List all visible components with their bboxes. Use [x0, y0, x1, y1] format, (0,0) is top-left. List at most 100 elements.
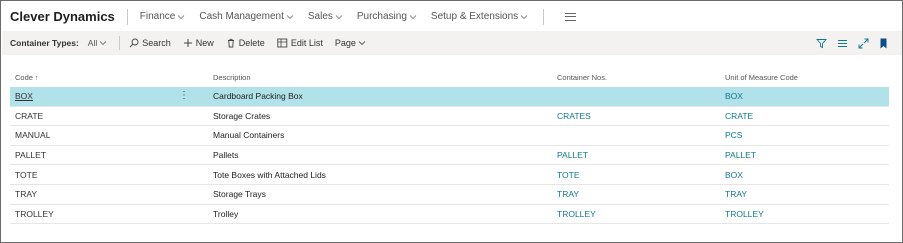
column-header-description[interactable]: Description [211, 73, 556, 82]
code-link[interactable]: TRAY [15, 189, 37, 199]
hamburger-menu-icon[interactable] [565, 12, 577, 22]
container-nos-cell[interactable]: TOTE [556, 170, 724, 180]
list-view-button[interactable] [837, 38, 848, 49]
nav-item-label: Cash Management [199, 11, 284, 22]
code-cell: TROLLEY [10, 209, 211, 219]
chevron-down-icon [520, 14, 528, 19]
nav-item-label: Sales [307, 11, 333, 22]
uom-cell[interactable]: BOX [724, 91, 889, 101]
code-link[interactable]: CRATE [15, 111, 43, 121]
chevron-down-icon [99, 41, 107, 46]
trash-icon [227, 38, 234, 48]
table-row[interactable]: CRATE Storage Crates CRATES CRATE [10, 107, 889, 127]
description-cell: Trolley [213, 208, 239, 219]
filter-icon [816, 38, 827, 48]
column-header-label: Code [15, 72, 33, 82]
new-label: New [195, 38, 214, 48]
window-frame: Clever Dynamics Finance Cash Management … [0, 0, 903, 243]
code-link[interactable]: TOTE [15, 170, 38, 180]
bookmark-icon [880, 38, 887, 48]
table-header: Code ↑ Description Container Nos. Unit o… [10, 67, 889, 87]
chevron-down-icon [286, 14, 294, 19]
search-button[interactable]: Search [129, 38, 171, 48]
column-header-container-nos[interactable]: Container Nos. [556, 73, 724, 82]
code-link[interactable]: PALLET [15, 150, 46, 160]
view-filter-value: All [87, 38, 98, 48]
uom-cell[interactable]: PCS [724, 130, 889, 140]
sort-ascending-icon: ↑ [35, 74, 39, 82]
expand-button[interactable] [858, 38, 869, 49]
chevron-down-icon [335, 14, 343, 19]
table-row[interactable]: BOX ⋮ Cardboard Packing Box BOX [10, 87, 889, 107]
container-nos-cell[interactable]: TRAY [556, 189, 724, 199]
nav-item-label: Setup & Extensions [430, 11, 519, 22]
container-nos-cell[interactable]: TROLLEY [556, 209, 724, 219]
expand-icon [858, 38, 869, 48]
uom-cell[interactable]: CRATE [724, 111, 889, 121]
page-menu-label: Page [334, 38, 356, 48]
code-cell: TRAY [10, 189, 211, 199]
column-header-label: Container Nos. [557, 72, 608, 82]
nav-divider [126, 8, 128, 25]
nav-item-sales[interactable]: Sales [308, 11, 343, 22]
action-bar-right [806, 38, 888, 49]
uom-cell[interactable]: PALLET [724, 150, 889, 160]
nav-divider [543, 8, 545, 25]
bookmark-button[interactable] [879, 38, 888, 49]
container-nos-cell[interactable]: CRATES [556, 111, 724, 121]
table-row[interactable]: MANUAL Manual Containers PCS [10, 126, 889, 146]
nav-item-purchasing[interactable]: Purchasing [357, 11, 417, 22]
edit-list-label: Edit List [290, 38, 323, 48]
code-link[interactable]: MANUAL [15, 130, 50, 140]
description-cell: Manual Containers [213, 130, 285, 141]
nav-item-cash-management[interactable]: Cash Management [199, 11, 294, 22]
delete-button[interactable]: Delete [226, 38, 265, 48]
code-cell: PALLET [10, 150, 211, 160]
edit-list-button[interactable]: Edit List [277, 38, 323, 48]
table-row[interactable]: TRAY Storage Trays TRAY TRAY [10, 185, 889, 205]
filter-pane-button[interactable] [816, 38, 827, 49]
description-cell: Storage Crates [213, 110, 271, 121]
code-link[interactable]: TROLLEY [15, 209, 54, 219]
new-button[interactable]: New [183, 38, 214, 48]
page-menu-button[interactable]: Page [335, 38, 369, 48]
uom-cell[interactable]: BOX [724, 170, 889, 180]
column-header-label: Unit of Measure Code [725, 72, 798, 82]
chevron-down-icon [178, 14, 185, 19]
list-title: Container Types: [10, 38, 79, 48]
search-icon [129, 38, 139, 48]
company-name[interactable]: Clever Dynamics [10, 9, 115, 24]
description-cell: Tote Boxes with Attached Lids [213, 169, 326, 180]
top-navigation: Clever Dynamics Finance Cash Management … [2, 2, 902, 31]
column-header-unit-of-measure[interactable]: Unit of Measure Code [724, 73, 889, 82]
table-row[interactable]: TROLLEY Trolley TROLLEY TROLLEY [10, 205, 889, 225]
nav-item-setup-extensions[interactable]: Setup & Extensions [431, 11, 528, 22]
nav-item-finance[interactable]: Finance [140, 11, 186, 22]
table-row[interactable]: PALLET Pallets PALLET PALLET [10, 146, 889, 166]
description-cell: Cardboard Packing Box [213, 91, 303, 102]
column-header-code[interactable]: Code ↑ [10, 73, 211, 82]
search-label: Search [142, 38, 171, 48]
edit-list-icon [277, 38, 288, 48]
row-actions-icon[interactable]: ⋮ [179, 90, 189, 101]
action-bar: Container Types: All Search New Delete E… [2, 31, 902, 55]
table-row[interactable]: TOTE Tote Boxes with Attached Lids TOTE … [10, 165, 889, 185]
code-cell: CRATE [10, 111, 211, 121]
action-divider [119, 36, 121, 50]
code-link[interactable]: BOX [15, 91, 33, 101]
uom-cell[interactable]: TROLLEY [724, 209, 889, 219]
uom-cell[interactable]: TRAY [724, 189, 889, 199]
column-header-label: Description [213, 72, 251, 82]
chevron-down-icon [409, 14, 417, 19]
nav-item-label: Finance [139, 11, 176, 22]
code-cell: MANUAL [10, 130, 211, 140]
plus-icon [183, 39, 192, 47]
container-nos-cell[interactable]: PALLET [556, 150, 724, 160]
nav-item-label: Purchasing [356, 11, 407, 22]
chevron-down-icon [358, 41, 366, 46]
view-filter-dropdown[interactable]: All [88, 38, 107, 48]
description-cell: Pallets [213, 150, 239, 161]
delete-label: Delete [238, 38, 265, 48]
container-types-table: Code ↑ Description Container Nos. Unit o… [10, 67, 889, 225]
list-view-icon [838, 39, 847, 47]
